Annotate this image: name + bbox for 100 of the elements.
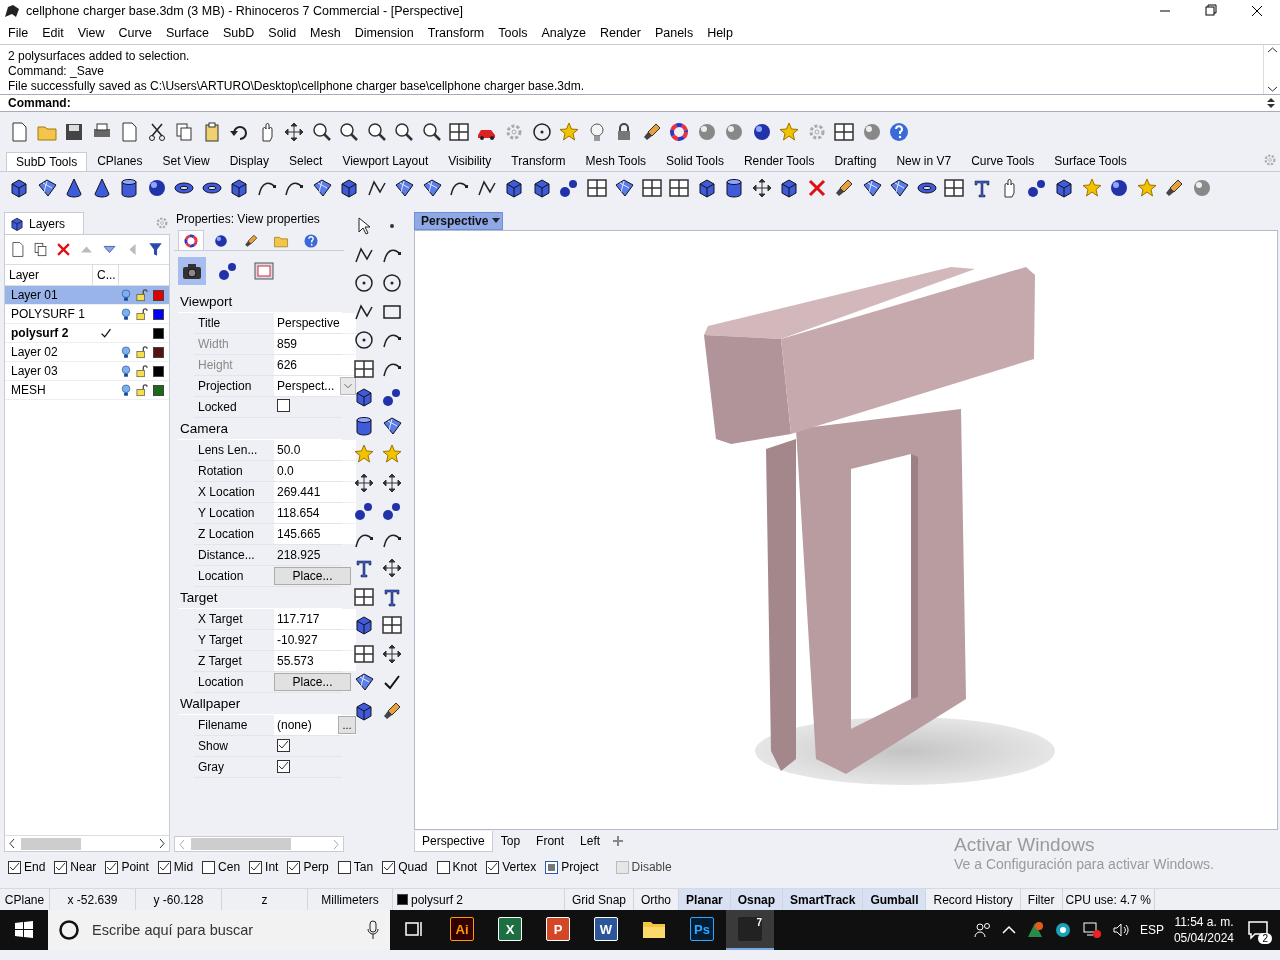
osnap-checkbox[interactable]: Point xyxy=(105,860,149,874)
filter-icon[interactable] xyxy=(147,241,164,258)
zoom-icon[interactable] xyxy=(420,121,443,143)
taskbar-app[interactable]: P xyxy=(534,910,582,950)
view-tab[interactable]: Top xyxy=(492,830,529,852)
value-field[interactable]: 117.717 xyxy=(274,609,356,629)
layer-color-swatch[interactable] xyxy=(153,289,164,301)
status-toggle[interactable]: Osnap xyxy=(730,888,784,911)
value-field[interactable]: Perspective xyxy=(274,313,356,333)
color-wheel-icon[interactable] xyxy=(668,121,690,143)
cylinder-icon[interactable] xyxy=(118,177,140,199)
toolbar-tab[interactable]: Drafting xyxy=(824,151,887,171)
toolbar-tab[interactable]: Display xyxy=(219,151,279,171)
grid-icon[interactable] xyxy=(448,121,470,143)
copy-icon[interactable] xyxy=(173,121,195,143)
menu-item[interactable]: Edit xyxy=(36,26,72,40)
surface-icon[interactable] xyxy=(393,177,415,199)
place-button[interactable]: Place... xyxy=(274,673,351,691)
brush-icon[interactable] xyxy=(1163,177,1185,199)
circle-icon[interactable] xyxy=(353,272,375,295)
move-icon[interactable] xyxy=(750,177,773,199)
help-icon[interactable] xyxy=(303,232,319,249)
checkbox[interactable] xyxy=(277,738,290,752)
view-tab[interactable]: Left xyxy=(572,830,609,852)
view-tab[interactable]: Front xyxy=(528,830,573,852)
menu-item[interactable]: Solid xyxy=(262,26,305,40)
osnap-checkbox[interactable]: Near xyxy=(54,860,97,874)
value-field[interactable]: 50.0 xyxy=(274,440,356,460)
move-icon[interactable] xyxy=(381,642,403,665)
value-field[interactable]: 55.573 xyxy=(274,651,356,671)
grid-icon[interactable] xyxy=(353,642,375,665)
layer-color-swatch[interactable] xyxy=(153,327,164,339)
cube-icon[interactable] xyxy=(338,177,360,199)
delete-icon[interactable] xyxy=(55,241,72,258)
cube-icon[interactable] xyxy=(1053,177,1075,199)
toolbar-tab[interactable]: Render Tools xyxy=(733,151,825,171)
cube-icon[interactable] xyxy=(353,614,375,637)
caret-icon[interactable] xyxy=(492,218,501,224)
toolbar-tab[interactable]: Viewport Layout xyxy=(332,151,439,171)
move-icon[interactable] xyxy=(381,471,403,494)
menu-item[interactable]: Analyze xyxy=(535,26,594,40)
color-wheel-icon[interactable] xyxy=(183,232,199,249)
move-icon[interactable] xyxy=(381,557,403,580)
layer-row[interactable]: MESH xyxy=(5,381,169,400)
scrollbar-thumb[interactable] xyxy=(21,837,81,850)
dropdown[interactable]: Perspect... xyxy=(274,376,356,396)
column-header[interactable]: C... xyxy=(93,265,119,285)
padlock-icon[interactable] xyxy=(135,345,149,359)
taskbar-app[interactable]: Ps xyxy=(678,910,726,950)
project-toggle[interactable]: Project xyxy=(545,860,599,874)
menu-item[interactable]: Tools xyxy=(492,26,536,40)
surface-icon[interactable] xyxy=(613,177,635,199)
osnap-checkbox[interactable]: Perp xyxy=(287,860,329,874)
toolbar-tab[interactable]: Solid Tools xyxy=(656,151,734,171)
taskbar-app[interactable]: Ai xyxy=(438,910,486,950)
layer-color-swatch[interactable] xyxy=(153,365,164,377)
star-icon[interactable] xyxy=(1135,177,1158,199)
cube-icon[interactable] xyxy=(8,177,30,199)
tray-app-icon[interactable] xyxy=(1053,921,1072,939)
taskbar-app[interactable]: X xyxy=(486,910,534,950)
zoom-icon[interactable] xyxy=(338,121,360,143)
light-bulb-icon[interactable] xyxy=(119,307,133,321)
language-indicator[interactable]: ESP xyxy=(1139,923,1164,937)
menu-item[interactable]: Render xyxy=(593,26,649,40)
toolbar-tab[interactable]: CPlanes xyxy=(87,151,153,171)
padlock-icon[interactable] xyxy=(135,364,149,378)
toolbar-tab[interactable]: Select xyxy=(279,151,333,171)
volume-icon[interactable] xyxy=(1111,921,1130,939)
document-icon[interactable] xyxy=(9,241,26,258)
padlock-icon[interactable] xyxy=(135,307,149,321)
disable-checkbox[interactable]: Disable xyxy=(615,860,672,874)
menu-item[interactable]: Surface xyxy=(159,26,217,40)
cylinder-icon[interactable] xyxy=(353,414,375,437)
circle-icon[interactable] xyxy=(353,329,375,352)
star-icon[interactable] xyxy=(381,443,403,466)
light-bulb-icon[interactable] xyxy=(119,288,133,302)
status-toggle[interactable]: SmartTrack xyxy=(783,888,864,911)
padlock-icon[interactable] xyxy=(135,288,149,302)
chevron-up-icon[interactable] xyxy=(1001,925,1016,935)
scrollbar-thumb[interactable] xyxy=(191,838,291,850)
menu-item[interactable]: Panels xyxy=(648,26,702,40)
text-icon[interactable] xyxy=(353,557,375,580)
menu-item[interactable]: Help xyxy=(701,26,741,40)
star-icon[interactable] xyxy=(558,121,580,143)
circle-icon[interactable] xyxy=(381,272,403,295)
grid-icon[interactable] xyxy=(381,614,403,637)
toolbar-tab[interactable]: New in V7 xyxy=(886,151,962,171)
clock[interactable]: 11:54 a. m. 05/04/2024 xyxy=(1173,914,1234,946)
menu-item[interactable]: Curve xyxy=(112,26,160,40)
star-icon[interactable] xyxy=(353,443,375,466)
osnap-checkbox[interactable]: Tan xyxy=(337,860,374,874)
menu-item[interactable]: View xyxy=(71,26,113,40)
add-tab-icon[interactable] xyxy=(612,835,625,847)
menu-item[interactable]: SubD xyxy=(217,26,263,40)
osnap-checkbox[interactable]: Int xyxy=(249,860,279,874)
toolbar-tab[interactable]: Transform xyxy=(501,151,576,171)
cube-icon[interactable] xyxy=(778,177,800,199)
status-toggle[interactable]: Gumball xyxy=(863,888,927,911)
people-icon[interactable] xyxy=(973,921,992,939)
menu-item[interactable]: File xyxy=(2,26,37,40)
